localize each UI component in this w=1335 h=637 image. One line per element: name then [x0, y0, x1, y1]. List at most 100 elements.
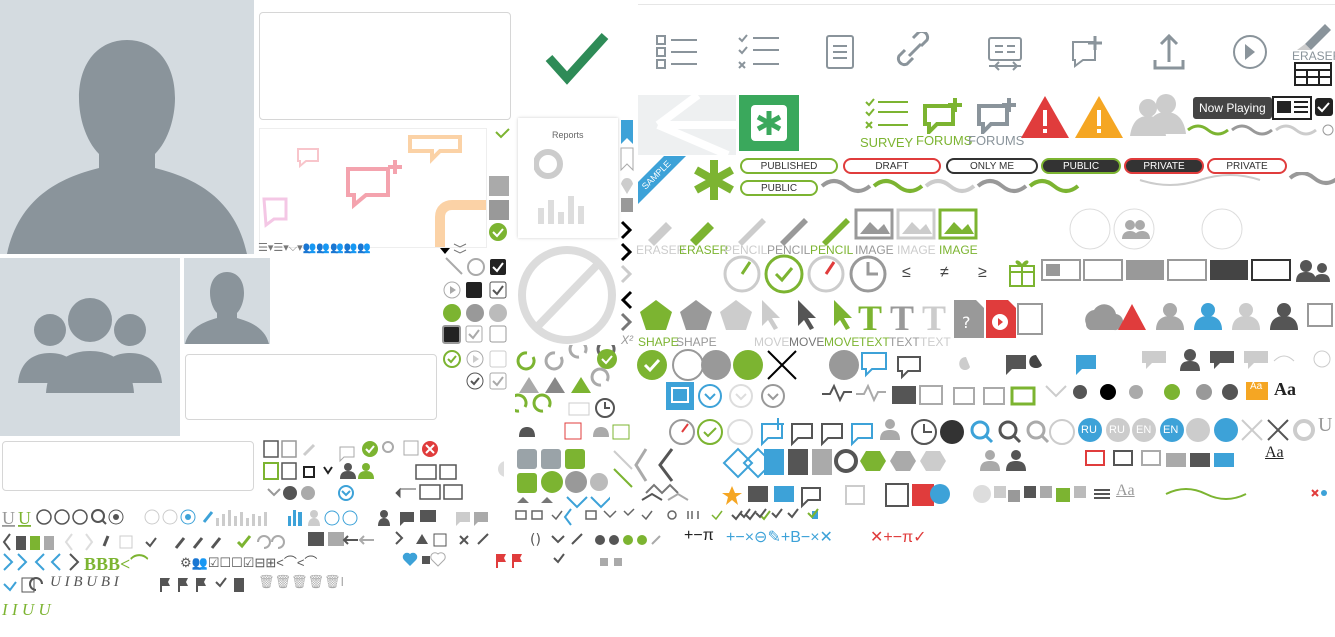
info-user-row — [298, 510, 488, 526]
pill-draft-label: DRAFT — [875, 160, 909, 172]
bold-b-row: BBB<⌒ — [84, 554, 149, 574]
not-equal-symbol: ≠ — [940, 264, 949, 281]
lang-en-2[interactable]: EN — [1163, 424, 1178, 436]
now-playing-tooltip: Now Playing — [1193, 97, 1272, 119]
chevron-down-circles — [729, 384, 785, 408]
bookmark-chevrons-column — [620, 120, 634, 332]
shape-move-text-tools: T T T — [640, 298, 946, 336]
aa-label-1: Aa — [1250, 381, 1263, 392]
watermark-star-icon — [638, 95, 736, 155]
aa-label-2: Aa — [1274, 379, 1296, 399]
report-charts-icon — [534, 149, 584, 224]
forums-green-icon — [923, 98, 962, 134]
user-silhouette-icon — [7, 40, 247, 254]
pill-public-outline-label: PUBLIC — [760, 182, 798, 194]
underline-u-grey: U — [1318, 414, 1333, 436]
timer-check-circles — [723, 254, 887, 294]
svg-text:?: ? — [962, 313, 971, 332]
layout-gift-row — [1009, 259, 1330, 287]
warning-icons — [1021, 96, 1123, 138]
paren-dots-row: () — [530, 532, 661, 548]
greater-equal-symbol: ≥ — [978, 264, 987, 281]
lang-en-1[interactable]: EN — [1136, 424, 1151, 436]
now-playing-label: Now Playing — [1199, 101, 1266, 115]
refresh-icons-grid — [515, 345, 630, 440]
diamond-book-row — [722, 447, 1234, 479]
survey-label: SURVEY — [860, 135, 914, 150]
settings-checkbox-row: ⚙👥☑☐☐☑⊟⊞<⌒<⌒ — [180, 555, 318, 570]
svg-text:T: T — [858, 298, 882, 336]
reports-title: Reports — [552, 130, 584, 140]
lang-ru-1[interactable]: RU — [1081, 424, 1097, 436]
app-logo-tile — [739, 95, 799, 151]
svg-text:(): () — [530, 532, 541, 548]
pill-private-label: PRIVATE — [1143, 160, 1185, 172]
underline-radio-row: U U — [2, 508, 296, 528]
small-pointer-icons — [3, 577, 43, 593]
layout-switch-icons — [1272, 96, 1333, 120]
doc-cloud-users-row: ? — [954, 300, 1333, 338]
avatar-large-panel — [0, 0, 254, 254]
image-grey2-label: IMAGE — [897, 243, 936, 257]
doc-edit-icons — [263, 440, 504, 501]
less-equal-symbol: ≤ — [902, 264, 911, 281]
trash-undo-row — [2, 533, 285, 551]
pill-public-label: PUBLIC — [1062, 160, 1100, 172]
grey-swatches — [489, 128, 510, 241]
eraser-top-label: ERASER — [1292, 49, 1335, 63]
forums-green-label: FORUMS — [916, 133, 973, 148]
check-large-icon — [545, 32, 609, 85]
chat-bubbles-row — [1142, 349, 1331, 371]
image-upload-blue-button — [666, 382, 722, 410]
image-green-label: IMAGE — [939, 243, 978, 257]
eraser-green-label: ERASER — [679, 243, 729, 257]
prohibited-large-icon — [518, 246, 616, 344]
check-row — [739, 508, 819, 519]
tooltip-bubble-top — [259, 12, 511, 120]
row-list-icons: ☰▾☰▾⌵▾👥👥👥👥👥 — [258, 241, 372, 254]
italic-underline-row: I I U U — [2, 600, 51, 619]
pill-private-outline-label: PRIVATE — [1226, 160, 1268, 172]
aa-label-4: Aa — [1116, 482, 1135, 499]
drawing-tools-row — [648, 208, 978, 246]
avatar-small-panel — [184, 258, 270, 344]
aa-label-3: Aa — [1265, 444, 1284, 461]
grid-table-icon — [1294, 62, 1332, 86]
svg-text:U: U — [18, 508, 31, 528]
asterisk-green-icon — [694, 160, 734, 200]
top-divider — [638, 4, 1335, 5]
folder-arrow-row — [308, 531, 489, 547]
eraser-grey-label: ERASER — [636, 243, 686, 257]
forums-grey-icon — [977, 98, 1016, 134]
forum-illustration — [259, 128, 487, 248]
math-row-1: +−×⊖✎+B−×✕ — [726, 529, 833, 546]
empty-circles — [1069, 208, 1243, 250]
pill-public-outline[interactable]: PUBLIC — [740, 180, 818, 196]
pill-only-me-label: ONLY ME — [969, 160, 1015, 172]
lang-ru-2[interactable]: RU — [1109, 424, 1125, 436]
forums-grey-label: FORUMS — [968, 133, 1025, 148]
group-silhouette-icon — [18, 298, 162, 393]
survey-icon — [865, 98, 908, 129]
flag-row — [160, 577, 244, 592]
users-grey-icon — [1130, 94, 1186, 136]
tooltip-bubble-mid — [185, 354, 437, 420]
svg-text:U: U — [2, 508, 15, 528]
pill-published-label: PUBLISHED — [760, 160, 818, 172]
top-toolbar-icons — [656, 32, 1267, 71]
wavy-lines-mid — [820, 172, 1335, 193]
math-plus-globe: +−π — [684, 527, 714, 544]
svg-text:T: T — [922, 298, 946, 336]
tooltip-bubble-bottom — [2, 441, 254, 491]
reports-card: Reports — [518, 118, 618, 238]
heart-flag-row — [402, 552, 622, 568]
wavy-lines-top — [1187, 124, 1334, 136]
checkbox-states-grid — [440, 243, 507, 390]
eraser-top-icon — [1297, 24, 1331, 50]
svg-text:T: T — [890, 298, 914, 336]
text-format-row: U I B U B I — [50, 574, 119, 590]
math-row-2: ✕+−π✓ — [870, 529, 927, 546]
avatar-group-panel — [0, 258, 180, 436]
trash-row: 🗑🗑🗑🗑🗑I — [258, 574, 345, 589]
user-silhouette-small-icon — [185, 272, 269, 344]
